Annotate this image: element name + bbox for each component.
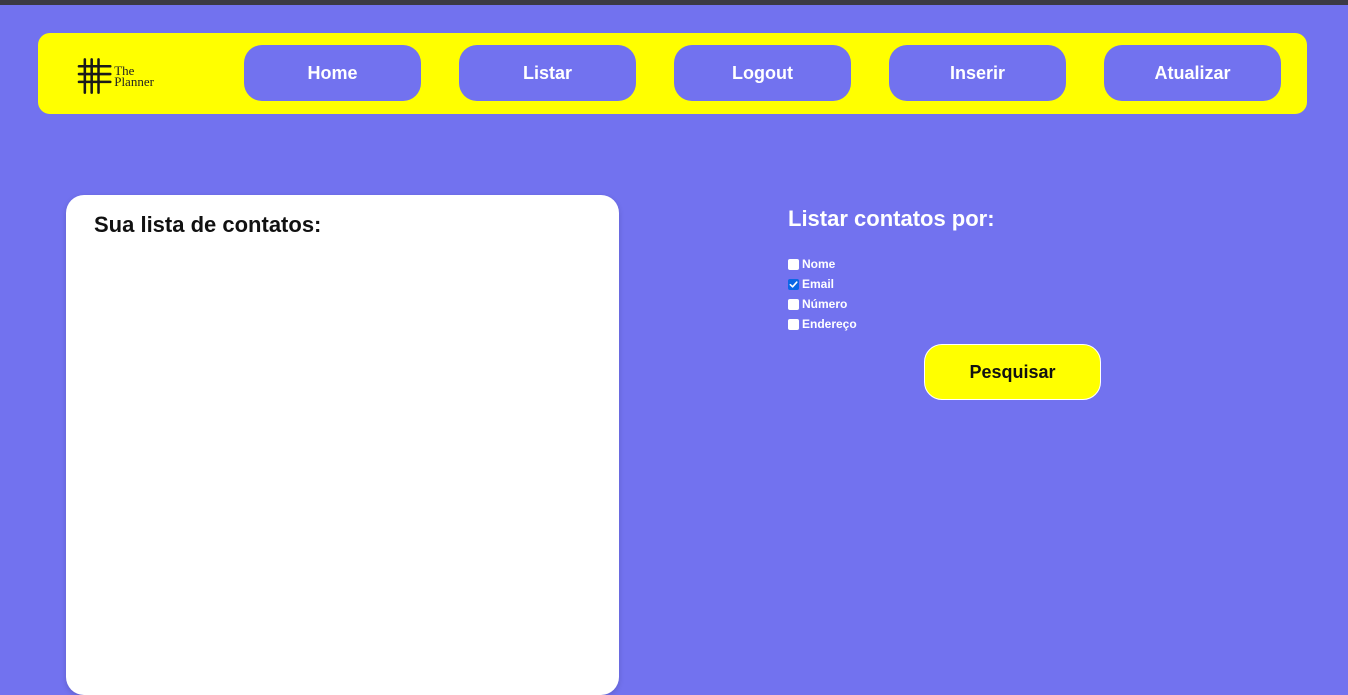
filter-option-endereco[interactable]: Endereço [788, 314, 1108, 334]
contacts-card: Sua lista de contatos: [66, 195, 619, 695]
nav-logout-button[interactable]: Logout [674, 45, 851, 101]
contacts-card-title: Sua lista de contatos: [94, 212, 322, 237]
filter-options: Nome Email Número Endereço [788, 254, 1108, 334]
checkbox-endereco[interactable] [788, 318, 799, 330]
filter-option-numero[interactable]: Número [788, 294, 1108, 314]
search-button[interactable]: Pesquisar [924, 344, 1101, 400]
hash-grid-icon [77, 58, 112, 94]
filter-option-label: Email [802, 277, 835, 291]
checkbox-numero[interactable] [788, 298, 799, 310]
navbar: The Planner Home Listar Logout Inserir A… [38, 33, 1307, 114]
filter-option-nome[interactable]: Nome [788, 254, 1108, 274]
filter-panel: Listar contatos por: Nome Email Número E… [788, 206, 1108, 334]
nav-listar-button[interactable]: Listar [459, 45, 636, 101]
browser-top-strip [0, 0, 1348, 5]
logo-text-line2: Planner [114, 74, 154, 89]
nav-home-button[interactable]: Home [244, 45, 421, 101]
nav-atualizar-button[interactable]: Atualizar [1104, 45, 1281, 101]
checkbox-email[interactable] [788, 278, 799, 290]
filter-option-email[interactable]: Email [788, 274, 1108, 294]
checkbox-nome[interactable] [788, 258, 799, 270]
filter-option-label: Nome [802, 257, 836, 271]
filter-title: Listar contatos por: [788, 206, 995, 231]
nav-inserir-button[interactable]: Inserir [889, 45, 1066, 101]
logo[interactable]: The Planner [77, 57, 169, 95]
filter-option-label: Número [802, 297, 848, 311]
filter-option-label: Endereço [802, 317, 857, 331]
logo-text: The Planner [114, 64, 169, 89]
checkmark-icon [789, 280, 798, 288]
